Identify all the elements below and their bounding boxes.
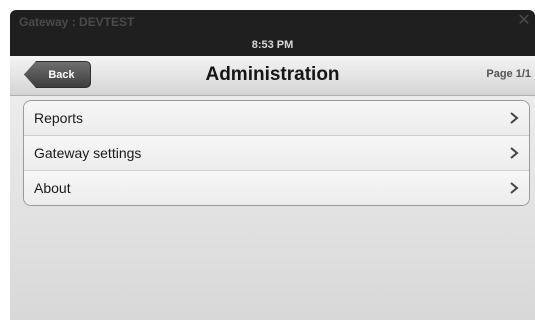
close-icon[interactable]: ✕ (515, 12, 533, 30)
chevron-right-icon (507, 136, 521, 170)
status-time: 8:53 PM (251, 39, 294, 51)
menu-item-label: Gateway settings (34, 145, 142, 161)
menu-item-about[interactable]: About (24, 171, 529, 205)
back-button[interactable]: Back (24, 61, 91, 88)
content-area: Reports Gateway settings About (10, 96, 535, 320)
menu-item-reports[interactable]: Reports (24, 101, 529, 136)
title-bar: Gateway : DEVTEST ✕ 8:53 PM (10, 10, 535, 56)
menu-item-label: Reports (34, 110, 84, 126)
chevron-right-icon (507, 171, 521, 205)
chevron-right-icon (507, 101, 521, 135)
menu-item-gateway-settings[interactable]: Gateway settings (24, 136, 529, 171)
menu-item-label: About (34, 180, 71, 196)
window-title: Gateway : DEVTEST (19, 15, 135, 29)
app-window: Gateway : DEVTEST ✕ 8:53 PM Back Adminis… (10, 10, 535, 320)
navigation-bar: Back Administration Page 1/1 (10, 56, 535, 96)
menu-list: Reports Gateway settings About (23, 100, 530, 206)
page-indicator: Page 1/1 (486, 68, 531, 80)
